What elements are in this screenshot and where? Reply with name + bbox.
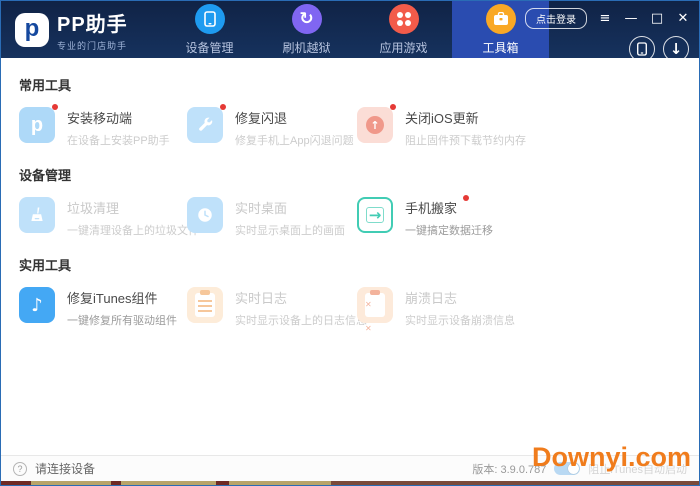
maximize-icon[interactable]: □ <box>649 12 665 25</box>
app-logo: p PP助手 专业的门店助手 <box>1 1 161 58</box>
tab-label: 设备管理 <box>185 39 233 56</box>
tool-crash-log[interactable]: ✕ ✕ 崩溃日志 实时显示设备崩溃信息 <box>357 287 681 328</box>
tool-title: 垃圾清理 <box>67 198 199 217</box>
broom-icon <box>19 197 55 233</box>
tool-fix-app-crash[interactable]: 修复闪退 修复手机上App闪退问题 <box>187 107 357 148</box>
tool-title: 崩溃日志 <box>405 288 515 307</box>
notification-dot <box>390 104 396 110</box>
pp-logo-icon: p <box>15 13 49 47</box>
tool-title: 实时日志 <box>235 288 367 307</box>
tool-title: 关闭iOS更新 <box>405 108 526 127</box>
toolbox-panel: 常用工具 p 安装移动端 在设备上安装PP助手 修复闪退 <box>1 58 699 455</box>
tool-subtitle: 实时显示设备上的日志信息 <box>235 312 367 328</box>
apps-grid-icon <box>389 4 419 34</box>
login-button[interactable]: 点击登录 <box>525 8 587 29</box>
tool-disable-ios-update[interactable]: ↑ 关闭iOS更新 阻止固件预下载节约内存 <box>357 107 681 148</box>
refresh-icon: ↻ <box>292 4 322 34</box>
tiles-common-tools: p 安装移动端 在设备上安装PP助手 修复闪退 修复手机上App闪退问题 <box>19 107 681 148</box>
notification-dot <box>463 195 469 201</box>
log-clipboard-icon <box>187 287 223 323</box>
tool-subtitle: 实时显示设备崩溃信息 <box>405 312 515 328</box>
device-button[interactable] <box>629 36 655 62</box>
tab-flash-jailbreak[interactable]: ↻ 刷机越狱 <box>258 1 355 58</box>
tab-device-management[interactable]: 设备管理 <box>161 1 258 58</box>
app-subtitle: 专业的门店助手 <box>57 39 128 52</box>
tab-apps-games[interactable]: 应用游戏 <box>355 1 452 58</box>
toolbox-icon <box>486 4 516 34</box>
app-window: p PP助手 专业的门店助手 设备管理 ↻ 刷机越狱 <box>0 0 700 486</box>
downyi-watermark: Downyi.com <box>532 442 691 473</box>
header: p PP助手 专业的门店助手 设备管理 ↻ 刷机越狱 <box>1 1 699 58</box>
tool-subtitle: 一键搞定数据迁移 <box>405 222 493 238</box>
tool-subtitle: 实时显示桌面上的画面 <box>235 222 345 238</box>
background-window-sliver <box>1 481 699 485</box>
help-icon[interactable]: ? <box>13 462 27 476</box>
tiles-utility-tools: ♪ 修复iTunes组件 一键修复所有驱动组件 实时日志 实时显示设备上的日志信… <box>19 287 681 328</box>
tiles-device-management: 垃圾清理 一键清理设备上的垃圾文件 实时桌面 实时显示桌面上的画面 → 手机搬 <box>19 197 681 238</box>
clock-phone-icon <box>187 197 223 233</box>
tab-label: 刷机越狱 <box>282 39 330 56</box>
phone-icon <box>636 42 648 56</box>
tool-title: 实时桌面 <box>235 198 345 217</box>
tool-realtime-desktop[interactable]: 实时桌面 实时显示桌面上的画面 <box>187 197 357 238</box>
download-button[interactable]: ↓ <box>663 36 689 62</box>
tool-phone-migration[interactable]: → 手机搬家 一键搞定数据迁移 <box>357 197 681 238</box>
notification-dot <box>52 104 58 110</box>
tab-label: 工具箱 <box>482 39 518 56</box>
tool-junk-clean[interactable]: 垃圾清理 一键清理设备上的垃圾文件 <box>19 197 187 238</box>
itunes-monitor-icon: ♪ <box>19 287 55 323</box>
device-status: 请连接设备 <box>35 460 95 477</box>
section-title-utility-tools: 实用工具 <box>19 255 681 274</box>
notification-dot <box>220 104 226 110</box>
close-icon[interactable]: ✕ <box>675 12 691 25</box>
menu-icon[interactable]: ≡ <box>597 12 613 25</box>
tool-subtitle: 阻止固件预下载节约内存 <box>405 132 526 148</box>
minimize-icon[interactable]: — <box>623 12 639 25</box>
app-title: PP助手 <box>57 8 128 37</box>
tool-title: 修复iTunes组件 <box>67 288 177 307</box>
tool-title: 修复闪退 <box>235 108 354 127</box>
tool-subtitle: 一键清理设备上的垃圾文件 <box>67 222 199 238</box>
tool-title: 安装移动端 <box>67 108 170 127</box>
pp-logo-icon: p <box>19 107 55 143</box>
section-title-device-management: 设备管理 <box>19 165 681 184</box>
download-arrow-icon: ↓ <box>670 42 683 57</box>
tool-fix-itunes[interactable]: ♪ 修复iTunes组件 一键修复所有驱动组件 <box>19 287 187 328</box>
tool-realtime-log[interactable]: 实时日志 实时显示设备上的日志信息 <box>187 287 357 328</box>
upload-phone-icon: ↑ <box>357 107 393 143</box>
section-title-common-tools: 常用工具 <box>19 75 681 94</box>
transfer-phone-icon: → <box>357 197 393 233</box>
pp-logo-letter: p <box>25 17 40 41</box>
tool-subtitle: 在设备上安装PP助手 <box>67 132 170 148</box>
tab-label: 应用游戏 <box>379 39 427 56</box>
tool-title: 手机搬家 <box>405 198 493 217</box>
main-nav: 设备管理 ↻ 刷机越狱 应用游戏 工具箱 <box>161 1 549 58</box>
tool-install-mobile[interactable]: p 安装移动端 在设备上安装PP助手 <box>19 107 187 148</box>
crash-clipboard-icon: ✕ ✕ <box>357 287 393 323</box>
tool-subtitle: 修复手机上App闪退问题 <box>235 132 354 148</box>
wrench-phone-icon <box>187 107 223 143</box>
tool-subtitle: 一键修复所有驱动组件 <box>67 312 177 328</box>
phone-icon <box>195 4 225 34</box>
